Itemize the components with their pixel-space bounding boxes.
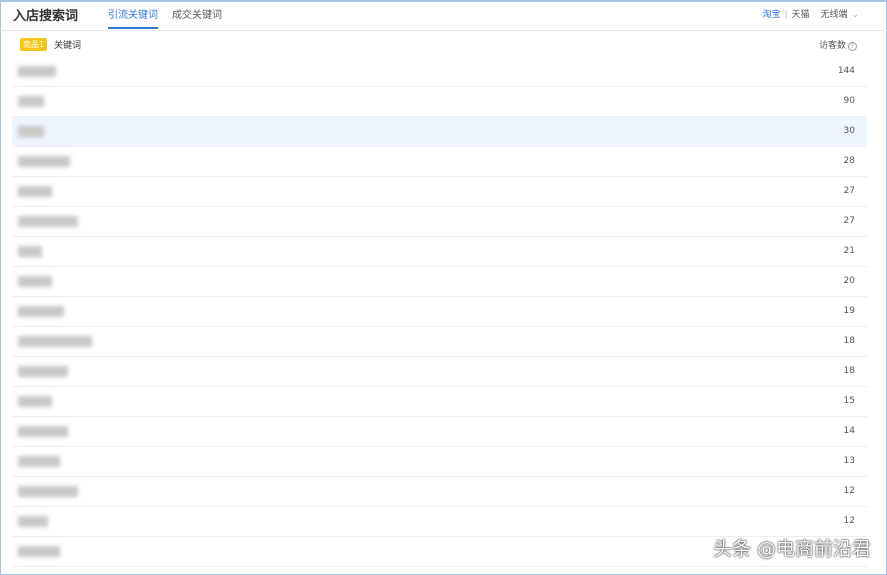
blurred-keyword	[18, 156, 70, 167]
visitor-count: 19	[843, 306, 855, 316]
table-row[interactable]: 14	[12, 417, 867, 447]
visitor-count: 28	[843, 156, 855, 166]
blurred-keyword	[18, 426, 68, 437]
visitor-count: 15	[843, 396, 855, 406]
table-row[interactable]: 12	[12, 477, 867, 507]
table-row[interactable]: 27	[12, 177, 867, 207]
table-row[interactable]: 27	[12, 207, 867, 237]
blurred-keyword	[18, 546, 60, 557]
chevron-down-icon[interactable]: ⌄	[851, 10, 859, 20]
visitors-label: 访客数	[818, 41, 846, 51]
table-row[interactable]: 18	[12, 327, 867, 357]
table-row[interactable]: 19	[12, 297, 867, 327]
table-row[interactable]: 18	[12, 357, 867, 387]
blurred-keyword	[18, 216, 78, 227]
blurred-keyword	[18, 456, 60, 467]
keyword-table: 144 90 30 28 27 27 21 20 19 18 18 15 14 13 12 12	[12, 57, 867, 567]
table-row[interactable]: 144	[12, 57, 867, 87]
page-title: 入店搜索词	[13, 9, 79, 24]
platform-taobao[interactable]: 淘宝	[762, 10, 780, 20]
visitors-column-header: 访客数?	[819, 38, 857, 51]
visitor-count: 30	[843, 126, 855, 136]
watermark: 头条 @电商前沿君	[712, 538, 871, 560]
table-row[interactable]: 28	[12, 147, 867, 177]
table-row[interactable]: 12	[12, 507, 867, 537]
device-select[interactable]: 无线端	[820, 10, 847, 20]
visitor-count: 13	[843, 456, 855, 466]
table-row[interactable]: 13	[12, 447, 867, 477]
platform-tmall[interactable]: 天猫	[792, 10, 810, 20]
visitor-count: 12	[843, 516, 855, 526]
blurred-keyword	[18, 306, 64, 317]
blurred-keyword	[18, 486, 78, 497]
table-row[interactable]: 90	[12, 87, 867, 117]
visitor-count: 27	[843, 216, 855, 226]
blurred-keyword	[18, 96, 44, 107]
header: 入店搜索词 引流关键词 成交关键词 淘宝 | 天猫 无线端 ⌄	[0, 0, 887, 31]
blurred-keyword	[18, 396, 52, 407]
visitor-count: 20	[843, 276, 855, 286]
visitor-count: 27	[843, 186, 855, 196]
table-row[interactable]: 15	[12, 387, 867, 417]
blurred-keyword	[18, 276, 52, 287]
visitor-count: 144	[837, 66, 855, 76]
table-header: 竞品1 关键词 访客数?	[12, 36, 867, 56]
blurred-keyword	[18, 336, 92, 347]
platform-filter: 淘宝 | 天猫 无线端 ⌄	[762, 10, 859, 20]
blurred-keyword	[18, 186, 52, 197]
visitor-count: 12	[843, 486, 855, 496]
tab-deal-keywords[interactable]: 成交关键词	[172, 6, 222, 21]
blurred-keyword	[18, 66, 56, 77]
help-icon[interactable]: ?	[848, 42, 857, 51]
visitor-count: 14	[843, 426, 855, 436]
blurred-keyword	[18, 246, 42, 257]
tab-traffic-keywords[interactable]: 引流关键词	[108, 6, 158, 29]
table-row[interactable]: 20	[12, 267, 867, 297]
blurred-keyword	[18, 126, 44, 137]
visitor-count: 21	[843, 246, 855, 256]
visitor-count: 18	[843, 366, 855, 376]
competitor-badge: 竞品1	[20, 38, 48, 51]
keyword-column-header: 关键词	[54, 41, 82, 51]
visitor-count: 90	[843, 96, 855, 106]
table-row[interactable]: 21	[12, 237, 867, 267]
visitor-count: 18	[843, 336, 855, 346]
table-row[interactable]: 30	[12, 117, 867, 147]
blurred-keyword	[18, 366, 68, 377]
blurred-keyword	[18, 516, 48, 527]
